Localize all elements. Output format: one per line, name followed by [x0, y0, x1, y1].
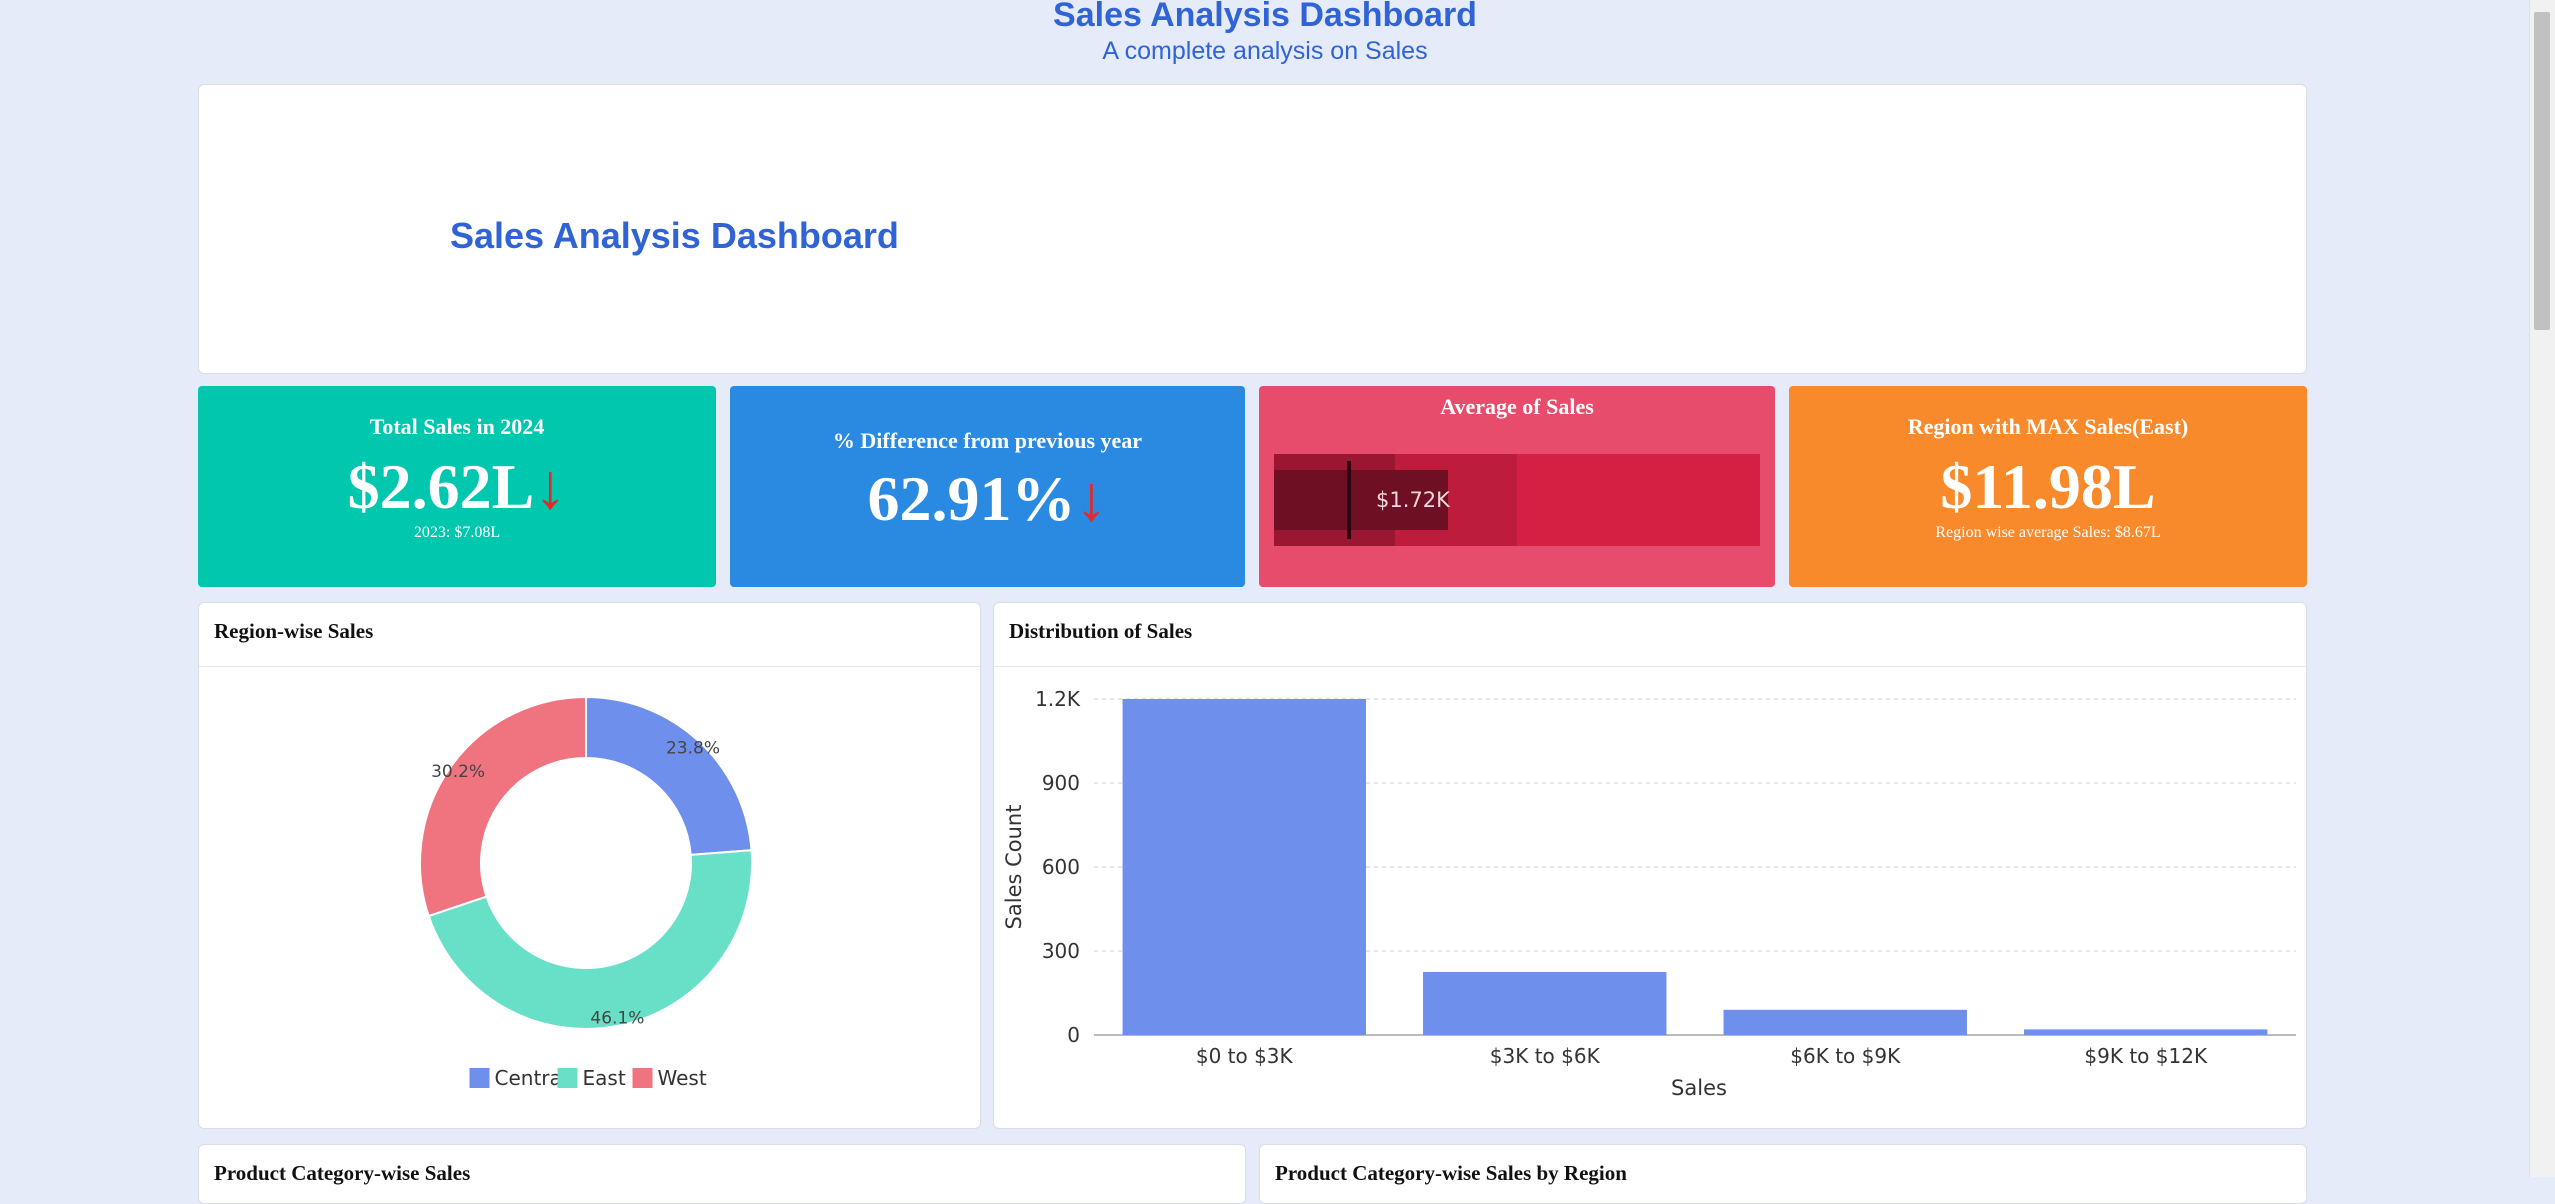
region-sales-card: Region-wise Sales 23.8% 46.1% 30.2% Central… [198, 602, 981, 1129]
kpi-max-region: Region with MAX Sales(East) $11.98L Regi… [1789, 386, 2307, 587]
y-axis-title: Sales Count [1002, 805, 1026, 930]
kpi-average-sales-title: Average of Sales [1440, 394, 1594, 419]
down-arrow-icon: ↓ [534, 451, 567, 522]
kpi-pct-difference-value: 62.91% [867, 463, 1076, 534]
bar[interactable] [2024, 1029, 2268, 1035]
donut-slice-label: 23.8% [666, 738, 720, 758]
y-tick-label: 300 [1042, 939, 1080, 963]
kpi-total-sales-previous: 2023: $7.08L [413, 524, 501, 541]
donut-slice-west[interactable] [419, 695, 587, 918]
x-tick-label: $3K to $6K [1490, 1044, 1601, 1068]
x-axis-title: Sales [1671, 1076, 1727, 1100]
donut-slice-label: 30.2% [431, 762, 485, 782]
page-subtitle: A complete analysis on Sales [1102, 37, 1428, 65]
bar[interactable] [1122, 699, 1366, 1035]
category-region-card: Product Category-wise Sales by Region [1259, 1144, 2307, 1204]
y-tick-label: 1.2K [1035, 687, 1081, 711]
kpi-pct-difference-title: % Difference from previous year [832, 428, 1143, 453]
scrollbar-thumb[interactable] [2534, 12, 2550, 330]
donut-slice-label: 46.1% [590, 1008, 644, 1028]
sales-distribution-chart: 0 300 600 900 1.2K $0 to $3K $3K to $6K $6K to … [1002, 687, 2296, 1100]
kpi-average-sales: Average of Sales $1.72K [1259, 386, 1775, 587]
down-arrow-icon: ↓ [1075, 463, 1108, 534]
page-scrollbar[interactable] [2529, 0, 2555, 1177]
y-tick-label: 600 [1042, 855, 1080, 879]
kpi-max-region-value: $11.98L [1940, 451, 2156, 522]
kpi-total-sales-title: Total Sales in 2024 [369, 414, 545, 439]
bullet-gauge: $1.72K [1274, 454, 1760, 546]
kpi-total-sales-value: $2.62L [347, 451, 535, 522]
kpi-pct-difference: % Difference from previous year 62.91%↓ [730, 386, 1245, 587]
kpi-total-sales: Total Sales in 2024 $2.62L↓ 2023: $7.08L [198, 386, 716, 587]
bar[interactable] [1723, 1009, 1967, 1035]
legend-label-central[interactable]: Central [495, 1066, 568, 1090]
legend-label-east[interactable]: East [583, 1066, 626, 1090]
region-sales-title: Region-wise Sales [214, 619, 374, 643]
category-region-title: Product Category-wise Sales by Region [1275, 1161, 1627, 1185]
donut-slice-central[interactable] [585, 695, 753, 857]
legend-swatch-west [632, 1068, 653, 1088]
distribution-card: Distribution of Sales 0 300 600 900 1.2K $0 t… [993, 602, 2307, 1129]
page-title: Sales Analysis Dashboard [1053, 0, 1477, 34]
legend-swatch-central [469, 1068, 490, 1088]
gauge-target-marker [1347, 461, 1351, 539]
legend-swatch-east [557, 1068, 578, 1088]
y-tick-label: 0 [1067, 1023, 1080, 1047]
distribution-title: Distribution of Sales [1009, 619, 1193, 643]
category-sales-card: Product Category-wise Sales [198, 1144, 1246, 1204]
gauge-value-label: $1.72K [1376, 488, 1451, 512]
x-tick-label: $9K to $12K [2084, 1044, 2208, 1068]
banner-title: Sales Analysis Dashboard [450, 215, 899, 256]
kpi-max-region-title: Region with MAX Sales(East) [1907, 414, 2189, 439]
legend-label-west[interactable]: West [658, 1066, 707, 1090]
dashboard-header: Sales Analysis Dashboard A complete anal… [0, 0, 2530, 66]
kpi-max-region-average: Region wise average Sales: $8.67L [1935, 524, 2161, 541]
x-tick-label: $0 to $3K [1196, 1044, 1294, 1068]
y-tick-label: 900 [1042, 771, 1080, 795]
bar[interactable] [1423, 972, 1667, 1035]
region-donut-chart: 23.8% 46.1% 30.2% Central East West [419, 695, 753, 1090]
category-sales-title: Product Category-wise Sales [214, 1161, 471, 1185]
x-tick-label: $6K to $9K [1790, 1044, 1901, 1068]
